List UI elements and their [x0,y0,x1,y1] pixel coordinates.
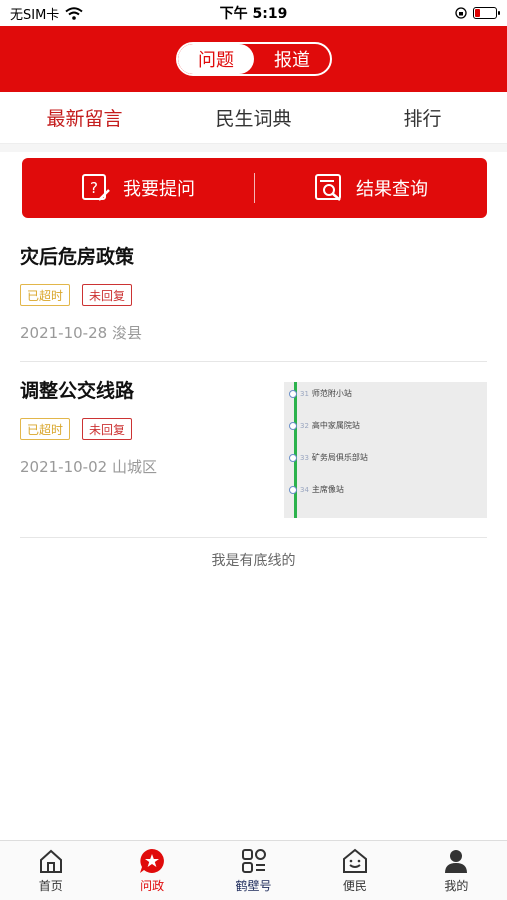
battery-icon [473,7,500,19]
item-meta: 2021-10-02 山城区 [20,458,157,476]
tab-latest-messages[interactable]: 最新留言 [0,92,169,143]
grid-icon [240,847,268,875]
end-of-list-note: 我是有底线的 [211,553,296,569]
tab-livelihood-dictionary[interactable]: 民生词典 [169,92,338,143]
section-divider [0,144,507,152]
action-bar: ? 我要提问 结果查询 [22,158,487,218]
stop-name: 矿务局俱乐部站 [311,453,368,462]
list-item[interactable]: 灾后危房政策 已超时 未回复 2021-10-28 浚县 [20,228,487,362]
stop-dot [289,389,297,398]
tabbar-mine[interactable]: 我的 [406,841,507,900]
segment-questions[interactable]: 问题 [178,44,254,74]
route-stop: 33 矿务局俱乐部站 [289,452,368,463]
route-stop: 34 主席像站 [289,484,344,495]
route-stop: 31 师范附小站 [289,388,352,399]
status-badge-overtime: 已超时 [20,284,71,306]
person-icon [442,847,470,875]
message-list: 灾后危房政策 已超时 未回复 2021-10-28 浚县 调整公交线路 已超时 … [0,228,507,538]
item-title: 灾后危房政策 [20,246,135,268]
stop-number: 33 [300,453,309,462]
item-title: 调整公交线路 [20,380,135,402]
carrier-label: 无SIM卡 [10,7,60,23]
item-meta: 2021-10-28 浚县 [20,324,142,342]
tabbar-bianmin[interactable]: 便民 [304,841,405,900]
stop-number: 32 [300,421,309,430]
tabbar-home[interactable]: 首页 [0,841,101,900]
stop-dot [289,421,297,430]
segment-reports[interactable]: 报道 [254,44,330,74]
tabbar-bianmin-label: 便民 [342,879,367,893]
stop-number: 34 [300,485,309,494]
route-stop: 32 高中家属院站 [289,420,360,431]
tab-ranking[interactable]: 排行 [338,92,507,143]
tabbar-wenzheng-label: 问政 [140,879,165,893]
stop-name: 高中家属院站 [311,421,360,430]
stop-number: 31 [300,389,309,398]
wifi-icon [65,6,83,20]
app-screen: 无SIM卡 下午 5:19 问题 报道 最新留言 民生词典 排行 ? 我要提问 … [0,0,507,900]
home-icon [37,847,65,875]
status-bar: 无SIM卡 下午 5:19 [0,0,507,26]
ask-question-label: 我要提问 [123,179,195,200]
search-document-icon [314,173,344,203]
tabbar-mine-label: 我的 [444,879,469,893]
stop-name: 主席像站 [311,485,344,494]
star-chat-icon [138,847,166,875]
tabbar-hebihao[interactable]: 鹤壁号 [203,841,304,900]
bottom-tab-bar: 首页 问政 鹤壁号 便民 我的 [0,840,507,900]
svg-text:?: ? [90,179,98,197]
tabbar-hebihao-label: 鹤壁号 [235,879,272,893]
status-badge-noreply: 未回复 [82,418,133,440]
segment-control: 问题 报道 [176,42,332,76]
status-badge-noreply: 未回复 [82,284,133,306]
stop-name: 师范附小站 [311,389,352,398]
list-item[interactable]: 调整公交线路 已超时 未回复 2021-10-02 山城区 31 师范附小站 3… [20,362,487,538]
question-edit-icon: ? [81,173,111,203]
bus-route-thumbnail: 31 师范附小站 32 高中家属院站 33 矿务局俱乐部站 34 主席像站 [284,382,487,518]
ask-question-button[interactable]: ? 我要提问 [22,173,254,203]
stop-dot [289,485,297,494]
route-line [294,382,297,518]
sub-tabs: 最新留言 民生词典 排行 [0,92,507,144]
result-query-button[interactable]: 结果查询 [255,173,487,203]
tabbar-wenzheng[interactable]: 问政 [101,841,202,900]
stop-dot [289,453,297,462]
status-badge-overtime: 已超时 [20,418,71,440]
header-bar: 问题 报道 [0,26,507,92]
lock-rotation-icon [455,7,467,19]
result-query-label: 结果查询 [356,179,428,200]
tabbar-home-label: 首页 [38,879,63,893]
face-house-icon [341,847,369,875]
